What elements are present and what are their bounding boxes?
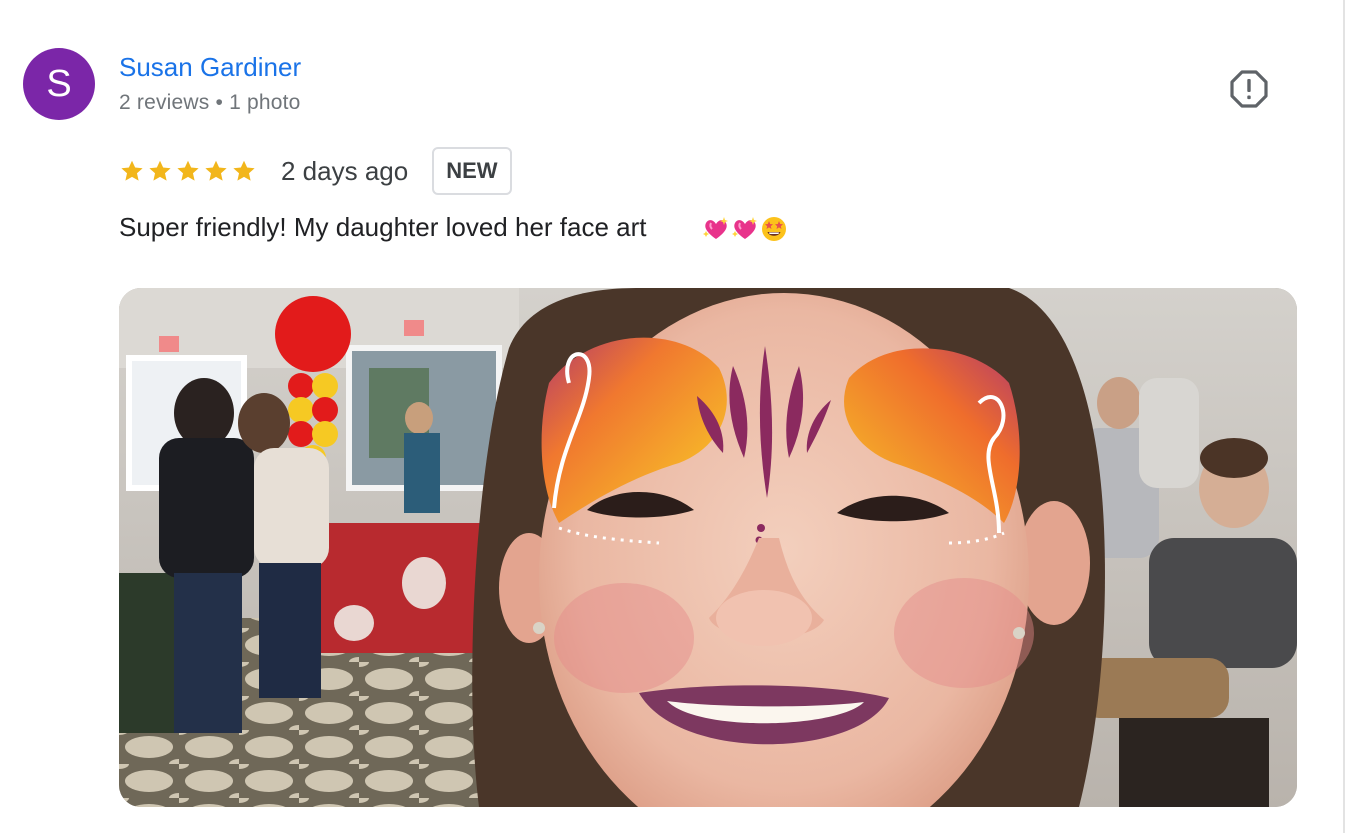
avatar[interactable]: S	[23, 48, 95, 120]
reviewer-meta: 2 reviews • 1 photo	[119, 91, 301, 115]
photos-count: 1 photo	[229, 91, 301, 114]
review-photo[interactable]	[119, 288, 1297, 807]
meta-separator: •	[215, 91, 224, 114]
rating-row: 2 days ago NEW	[119, 147, 512, 195]
star-icon	[205, 160, 227, 181]
star-icon	[233, 160, 255, 181]
star-icon	[149, 160, 171, 181]
new-badge: NEW	[432, 147, 512, 195]
face-paint-photo	[119, 288, 1297, 807]
star-struck-face-icon	[762, 217, 786, 241]
star-rating	[119, 158, 257, 184]
review-text: Super friendly! My daughter loved her fa…	[119, 212, 647, 242]
review-card: S Susan Gardiner 2 reviews • 1 photo 2 day…	[0, 0, 1350, 833]
star-icon	[121, 160, 143, 181]
review-emojis	[702, 214, 788, 244]
sparkling-heart-icon	[703, 217, 728, 239]
review-date: 2 days ago	[281, 155, 409, 186]
star-icon	[177, 160, 199, 181]
report-review-button[interactable]	[1222, 62, 1276, 116]
scroll-divider	[1343, 0, 1345, 833]
reviewer-name-link[interactable]: Susan Gardiner	[119, 52, 301, 83]
reviews-count: 2 reviews	[119, 91, 210, 114]
sparkling-heart-icon	[732, 217, 757, 239]
report-flag-icon	[1230, 70, 1268, 108]
avatar-initial: S	[46, 63, 72, 105]
